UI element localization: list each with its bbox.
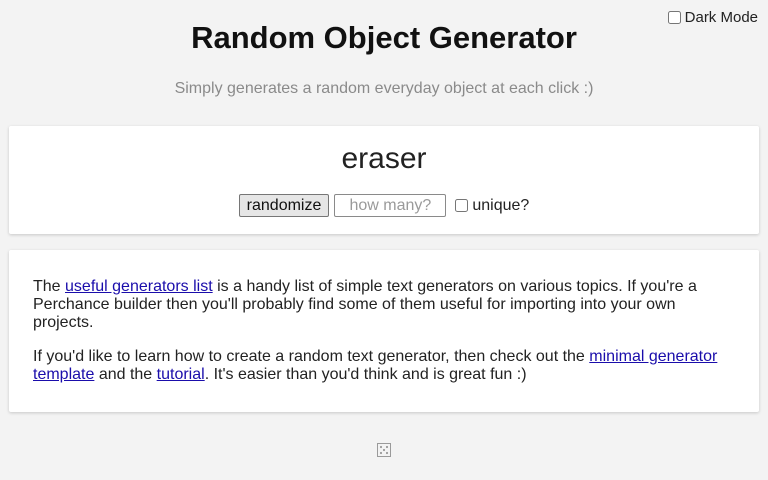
page-title: Random Object Generator	[191, 20, 577, 55]
info-text: and the	[94, 366, 157, 383]
randomize-button[interactable]: randomize	[238, 194, 330, 217]
generator-controls: randomize unique?	[0, 194, 768, 217]
info-text: The	[33, 278, 66, 295]
info-paragraph-1: The useful generators list is a handy li…	[33, 278, 735, 332]
page-subtitle: Simply generates a random everyday objec…	[174, 80, 594, 97]
info-paragraph-2: If you'd like to learn how to create a r…	[33, 348, 735, 384]
unique-checkbox[interactable]	[455, 199, 469, 212]
generator-card: eraser	[9, 126, 759, 234]
dice-icon[interactable]	[377, 443, 391, 457]
tutorial-link[interactable]: tutorial	[157, 366, 205, 383]
info-card: The useful generators list is a handy li…	[9, 250, 759, 412]
generated-output: eraser	[341, 142, 427, 175]
how-many-input[interactable]	[334, 194, 447, 217]
useful-generators-link[interactable]: useful generators list	[65, 278, 213, 295]
info-text: . It's easier than you'd think and is gr…	[204, 366, 527, 383]
info-text: If you'd like to learn how to create a r…	[33, 348, 590, 365]
unique-label: unique?	[472, 196, 530, 214]
